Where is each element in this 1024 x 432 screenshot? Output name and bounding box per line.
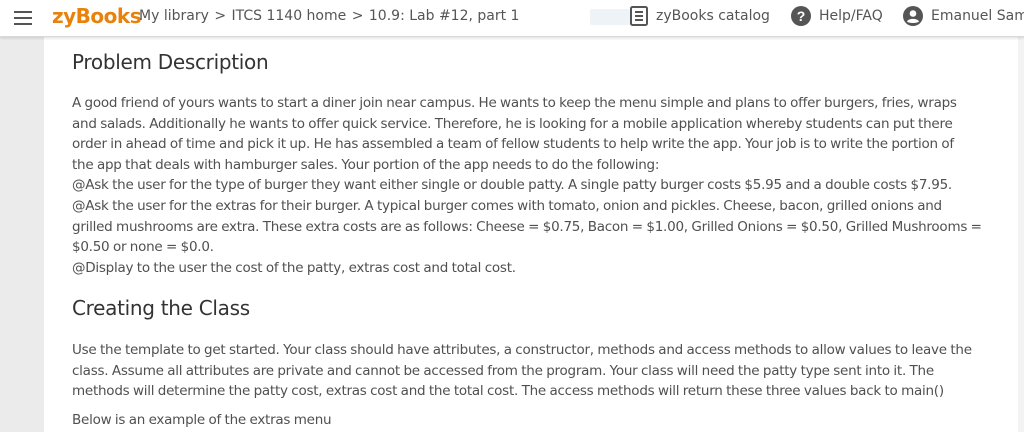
help-label: Help/FAQ	[819, 8, 883, 24]
book-catalog-icon	[630, 6, 648, 26]
paragraph-line: and salads. Additionally he wants to off…	[72, 115, 953, 132]
breadcrumb-separator: >	[214, 8, 227, 24]
blurred-region	[590, 9, 630, 25]
breadcrumb-my-library[interactable]: My library	[139, 8, 209, 24]
user-menu[interactable]: Emanuel Sama	[903, 6, 1024, 26]
paragraph-line: Below is an example of the extras menu	[72, 412, 332, 428]
help-faq-link[interactable]: ? Help/FAQ	[791, 6, 883, 26]
paragraph-line: @Ask the user for the extras for their b…	[72, 197, 942, 214]
catalog-label: zyBooks catalog	[656, 8, 770, 24]
zybooks-logo[interactable]: zyBooks	[52, 4, 142, 28]
paragraph-line: class. Assume all attributes are private…	[72, 362, 934, 379]
paragraph-line: $0.50 or none = $0.0.	[72, 239, 214, 256]
paragraph-line: @Display to the user the cost of the pat…	[72, 259, 516, 276]
paragraph-line: A good friend of yours wants to start a …	[72, 95, 957, 111]
paragraph-line: grilled mushrooms are extra. These extra…	[72, 218, 982, 235]
paragraph-line: methods will determine the patty cost, e…	[72, 383, 944, 400]
paragraph-line: Use the template to get started. Your cl…	[72, 342, 972, 358]
section-title-creating-the-class: Creating the Class	[72, 296, 250, 320]
account-icon	[903, 6, 923, 26]
breadcrumb-separator: >	[351, 8, 364, 24]
zybooks-catalog-link[interactable]: zyBooks catalog	[630, 6, 770, 26]
paragraph-line: @Ask the user for the type of burger the…	[72, 177, 952, 194]
creating-class-text: Use the template to get started. Your cl…	[72, 340, 982, 402]
breadcrumb-current-section: 10.9: Lab #12, part 1	[368, 8, 520, 24]
main-content: Problem Description A good friend of you…	[44, 37, 1024, 432]
paragraph-line: the app that deals with hamburger sales.…	[72, 156, 660, 173]
creating-class-section: Creating the Class	[72, 296, 982, 320]
breadcrumb: My library > ITCS 1140 home > 10.9: Lab …	[139, 8, 519, 24]
problem-description-section: Problem Description	[72, 50, 982, 74]
extras-menu-note: Below is an example of the extras menu	[72, 410, 982, 431]
sidebar-strip	[0, 37, 44, 432]
help-icon: ?	[791, 6, 811, 26]
user-name: Emanuel Sama	[931, 8, 1024, 24]
breadcrumb-course-home[interactable]: ITCS 1140 home	[232, 8, 347, 24]
paragraph-line: order in ahead of time and pick it up. H…	[72, 136, 954, 153]
section-title-problem-description: Problem Description	[72, 50, 269, 74]
scrollbar[interactable]	[1018, 37, 1024, 432]
problem-description-text: A good friend of yours wants to start a …	[72, 93, 982, 278]
top-navigation-bar: zyBooks My library > ITCS 1140 home > 10…	[0, 0, 1024, 37]
menu-icon[interactable]	[14, 11, 32, 25]
